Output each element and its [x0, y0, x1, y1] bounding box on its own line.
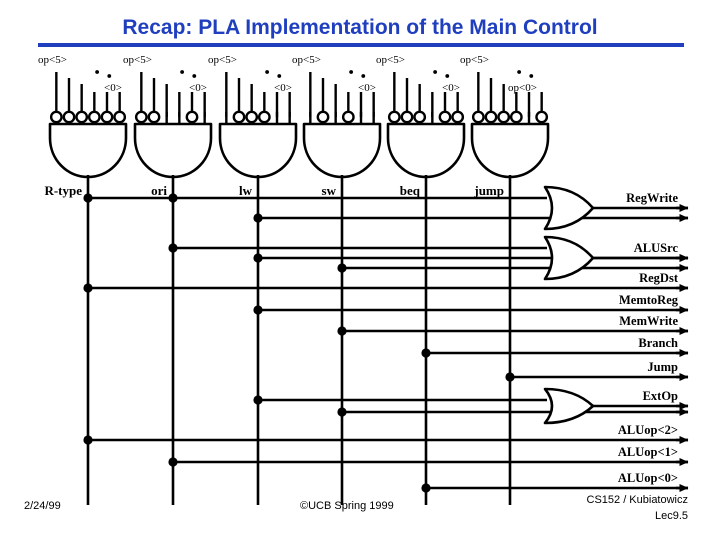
inverter-bubble-R-type-1: [62, 110, 76, 124]
inverter-bubble-R-type-3: [87, 110, 101, 124]
inverter-bubble-lw-1: [232, 110, 246, 124]
and-gate-jump-input-label-lsb: op<0>: [508, 82, 537, 94]
and-gate-label-sw: sw: [321, 183, 336, 198]
and-gate-beq-input-label-msb: op<5>: [376, 54, 405, 66]
inverter-bubble-R-type-2: [75, 110, 89, 124]
output-label-ALUSrc: ALUSrc: [633, 241, 678, 255]
inverter-bubble-ori-4: [185, 110, 199, 124]
and-gate-label-ori: ori: [151, 183, 167, 198]
ellipsis-dot: [349, 70, 354, 74]
ellipsis-dot: [265, 70, 270, 74]
and-gate-jump-input-label-msb: op<5>: [460, 54, 489, 66]
tap-R-type-row-5: [83, 283, 93, 293]
and-gate-beq: [386, 122, 466, 179]
tap-lw-row-10: [253, 395, 263, 405]
and-gate-sw: [302, 122, 382, 179]
tap-sw-row-11: [337, 407, 347, 417]
ellipsis-dot: [445, 74, 450, 78]
ellipsis-dot: [107, 74, 112, 78]
and-gate-label-lw: lw: [239, 183, 252, 198]
ellipsis-dot: [517, 70, 522, 74]
inverter-bubble-ori-1: [147, 110, 161, 124]
output-label-ALUop<2>: ALUop<2>: [617, 423, 678, 437]
tap-ori-row-2: [168, 243, 178, 253]
tap-ori-row-13: [168, 457, 178, 467]
ellipsis-dot: [192, 74, 197, 78]
output-label-ALUop<0>: ALUop<0>: [617, 471, 678, 485]
ellipsis-dot: [277, 74, 282, 78]
footer-course: CS152 / Kubiatowicz: [586, 494, 689, 506]
and-gate-lw-input-label-lsb: <0>: [274, 82, 292, 94]
and-gate-R-type: [48, 122, 128, 179]
inverter-bubble-beq-4: [438, 110, 452, 124]
tap-lw-row-1: [253, 213, 263, 223]
inverter-bubble-lw-2: [245, 110, 259, 124]
inverter-bubble-R-type-0: [49, 110, 63, 124]
inverter-bubble-R-type-5: [113, 110, 127, 124]
and-gate-R-type-input-label-lsb: <0>: [104, 82, 122, 94]
output-label-MemtoReg: MemtoReg: [619, 293, 678, 307]
output-label-RegWrite: RegWrite: [626, 191, 678, 205]
and-gate-sw-input-label-lsb: <0>: [358, 82, 376, 94]
output-label-Jump: Jump: [647, 360, 678, 374]
output-label-MemWrite: MemWrite: [619, 314, 678, 328]
ellipsis-dot: [180, 70, 185, 74]
inverter-bubble-beq-1: [400, 110, 414, 124]
tap-sw-row-4: [337, 263, 347, 273]
and-gate-beq-input-label-lsb: <0>: [442, 82, 460, 94]
footer-lecture: Lec9.5: [654, 510, 688, 522]
and-gate-sw-input-label-msb: op<5>: [292, 54, 321, 66]
output-label-ExtOp: ExtOp: [642, 389, 678, 403]
and-gate-R-type-input-label-msb: op<5>: [38, 54, 67, 66]
inverter-bubble-jump-2: [497, 110, 511, 124]
tap-lw-row-6: [253, 305, 263, 315]
and-gate-ori: [133, 122, 213, 179]
inverter-bubble-sw-3: [341, 110, 355, 124]
inverter-bubble-jump-1: [484, 110, 498, 124]
inverter-bubble-beq-0: [387, 110, 401, 124]
ellipsis-dot: [433, 70, 438, 74]
inverter-bubble-jump-0: [471, 110, 485, 124]
inverter-bubble-jump-5: [535, 110, 549, 124]
and-gate-ori-input-label-msb: op<5>: [123, 54, 152, 66]
tap-sw-row-7: [337, 326, 347, 336]
inverter-bubble-jump-3: [509, 110, 523, 124]
ellipsis-dot: [361, 74, 366, 78]
inverter-bubble-sw-1: [316, 110, 330, 124]
slide-canvas: Recap: PLA Implementation of the Main Co…: [0, 0, 720, 540]
inverter-bubble-beq-5: [451, 110, 465, 124]
footer-date: 2/24/99: [24, 500, 61, 512]
tap-R-type-row-12: [83, 435, 93, 445]
and-gate-lw-input-label-msb: op<5>: [208, 54, 237, 66]
ellipsis-dot: [95, 70, 100, 74]
and-gate-lw: [218, 122, 298, 179]
inverter-bubble-lw-3: [257, 110, 271, 124]
output-label-RegDst: RegDst: [639, 271, 678, 285]
output-label-Branch: Branch: [638, 336, 678, 350]
and-gate-label-R-type: R-type: [44, 183, 82, 198]
ellipsis-dot: [529, 74, 534, 78]
and-gate-label-beq: beq: [399, 183, 420, 198]
tap-lw-row-3: [253, 253, 263, 263]
inverter-bubble-R-type-4: [100, 110, 114, 124]
and-gate-ori-input-label-lsb: <0>: [189, 82, 207, 94]
output-label-ALUop<1>: ALUop<1>: [617, 445, 678, 459]
inverter-bubble-beq-2: [413, 110, 427, 124]
inverter-bubble-ori-0: [134, 110, 148, 124]
footer-copyright: ©UCB Spring 1999: [300, 500, 394, 512]
and-gate-jump: [470, 122, 550, 179]
